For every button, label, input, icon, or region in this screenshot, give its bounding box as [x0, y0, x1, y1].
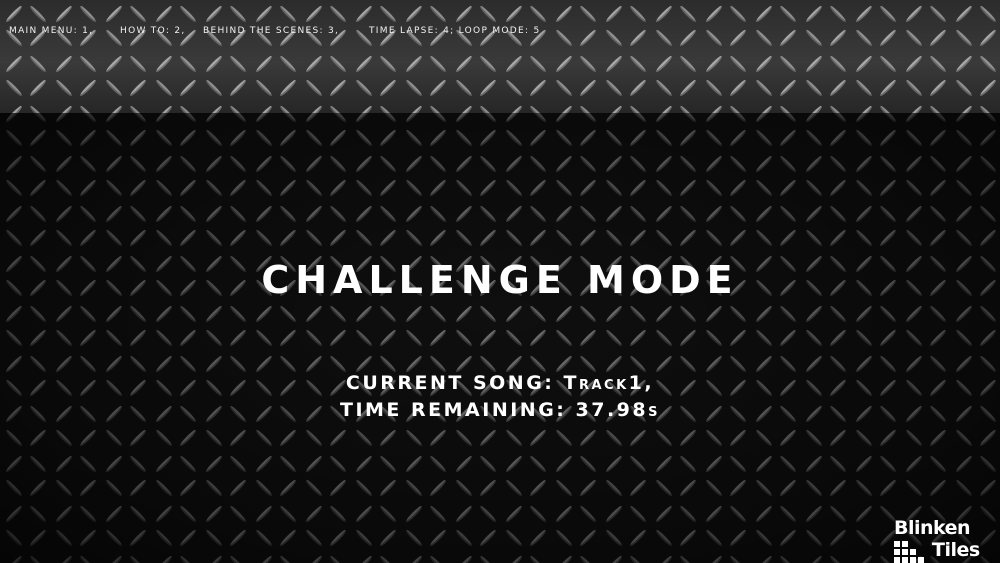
content-shade	[0, 113, 1000, 563]
hotkey-time-lapse-loop-mode[interactable]: Time Lapse: 4; Loop Mode: 5	[369, 26, 541, 36]
current-song-line: Current Song: Track1,	[0, 370, 1000, 397]
time-remaining-value: 37.98s	[575, 399, 660, 421]
hotkey-behind-the-scenes[interactable]: Behind the Scenes: 3,	[203, 26, 369, 36]
logo-word-blinken: Blinken	[894, 517, 971, 539]
hotkey-main-menu[interactable]: Main Menu: 1,	[9, 26, 120, 36]
time-remaining-label: Time Remaining:	[340, 399, 576, 421]
hotkey-how-to[interactable]: How To: 2,	[120, 26, 203, 36]
hotkey-bar: Main Menu: 1, How To: 2, Behind the Scen…	[9, 24, 541, 38]
tile-grid-icon	[894, 541, 924, 563]
blinkentiles-logo: Blinken Tiles	[894, 517, 1000, 563]
game-screen: Main Menu: 1, How To: 2, Behind the Scen…	[0, 0, 1000, 563]
logo-word-tiles: Tiles	[932, 539, 980, 561]
time-remaining-line: Time Remaining: 37.98s	[0, 397, 1000, 424]
current-song-label: Current Song:	[345, 372, 564, 394]
mode-title: Challenge Mode	[261, 258, 739, 302]
current-song-value: Track1,	[563, 372, 655, 394]
song-status: Current Song: Track1, Time Remaining: 37…	[0, 370, 1000, 424]
hotkey-banner	[0, 0, 1000, 113]
